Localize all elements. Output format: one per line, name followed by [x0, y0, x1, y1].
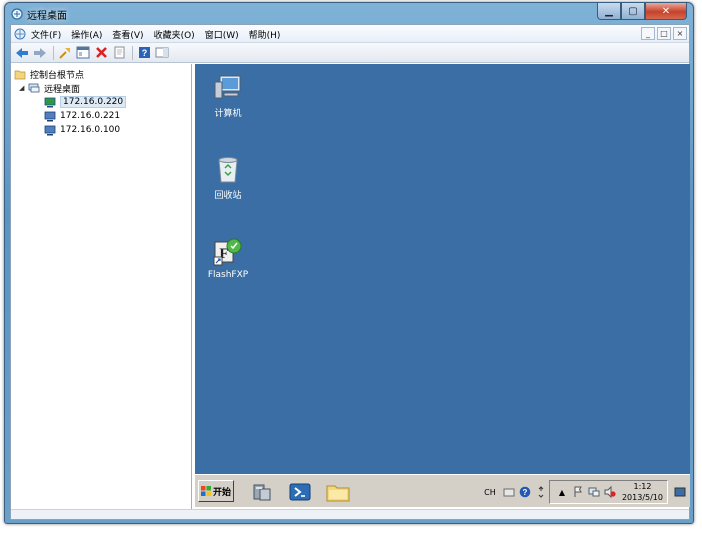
svg-text:?: ?	[141, 48, 147, 58]
svg-text:?: ?	[523, 488, 528, 497]
recycle-bin-icon	[218, 157, 238, 183]
remote-desktop-app-icon	[11, 8, 23, 20]
folder-icon	[326, 485, 350, 502]
minimize-button[interactable]: ▁	[597, 3, 621, 20]
powershell-quicklaunch[interactable]	[287, 479, 313, 505]
menu-favorites[interactable]: 收藏夹(O)	[154, 28, 195, 41]
desktop-icon-label: 计算机	[214, 109, 242, 119]
mmc-icon	[14, 28, 26, 40]
notification-area: ▲ 1:12 2013/5/10	[548, 480, 668, 504]
remote-desktop-window: 远程桌面 ▁ ▢ ✕ 文件(F) 操作(A) 查看(V) 收藏夹(O) 窗口(W…	[4, 2, 694, 524]
powershell-icon	[289, 483, 311, 501]
desktop-icon-label: 回收站	[214, 191, 242, 201]
clock[interactable]: 1:12 2013/5/10	[622, 481, 663, 503]
child-window-controls: _ □ ×	[639, 27, 687, 40]
tree-item-label: 172.16.0.221	[60, 111, 121, 121]
clock-time: 1:12	[633, 482, 652, 491]
tree-item-host-2[interactable]: 172.16.0.221	[44, 109, 120, 123]
remote-desktops-icon	[28, 83, 40, 92]
collapse-icon[interactable]: ◢	[19, 84, 24, 92]
help-icon[interactable]: ?	[136, 45, 152, 61]
tree-item-label: 控制台根节点	[30, 70, 85, 81]
keyboard-icon[interactable]	[503, 486, 515, 498]
system-tray: CH ? ▲ 1:12 2013/5/10	[479, 479, 688, 505]
show-hidden-icons-icon[interactable]: ▲	[556, 486, 568, 498]
status-bar	[11, 509, 689, 519]
console-client-area: 文件(F) 操作(A) 查看(V) 收藏夹(O) 窗口(W) 帮助(H) _ □…	[10, 24, 690, 520]
action-center-flag-icon[interactable]	[572, 486, 584, 498]
back-icon[interactable]	[14, 45, 30, 61]
input-language-indicator[interactable]: CH	[481, 486, 499, 498]
tree-item-label: 远程桌面	[44, 84, 81, 95]
start-button[interactable]: 开始	[198, 480, 234, 502]
tree-item-host-1[interactable]: 172.16.0.220	[44, 95, 127, 109]
toolbar-separator	[53, 45, 54, 60]
toolbar-separator	[132, 45, 133, 60]
close-button[interactable]: ✕	[645, 3, 687, 20]
desktop-icon-label: FlashFXP	[207, 270, 249, 280]
menu-bar: 文件(F) 操作(A) 查看(V) 收藏夹(O) 窗口(W) 帮助(H) _ □…	[11, 25, 689, 43]
remote-session-desktop[interactable]: 计算机 回收站 F FlashFXP	[195, 64, 690, 494]
clock-date: 2013/5/10	[621, 493, 663, 502]
connected-computer-icon	[44, 97, 56, 107]
menu-items: 文件(F) 操作(A) 查看(V) 收藏夹(O) 窗口(W) 帮助(H)	[31, 28, 290, 41]
menu-action[interactable]: 操作(A)	[71, 28, 102, 41]
computer-icon	[44, 125, 56, 135]
toolbar: ?	[11, 43, 689, 63]
desktop-icon-flashfxp[interactable]: F FlashFXP	[198, 236, 258, 280]
flashfxp-icon: F	[213, 238, 242, 266]
delete-icon[interactable]	[93, 45, 109, 61]
network-icon[interactable]	[588, 486, 600, 498]
menu-help[interactable]: 帮助(H)	[249, 28, 281, 41]
start-label: 开始	[212, 487, 231, 498]
forward-icon[interactable]	[32, 45, 48, 61]
console-tree: 控制台根节点 ◢ 远程桌面 172.16.0.220 172.16.0.221 …	[11, 64, 192, 509]
server-manager-quicklaunch[interactable]	[249, 479, 275, 505]
menu-view[interactable]: 查看(V)	[112, 28, 143, 41]
child-close-button[interactable]: ×	[673, 27, 687, 40]
properties-icon[interactable]	[111, 45, 127, 61]
tree-item-root[interactable]: 控制台根节点	[14, 67, 84, 81]
console-tree-icon[interactable]	[75, 45, 91, 61]
menu-window[interactable]: 窗口(W)	[205, 28, 239, 41]
tree-item-remote-desktops[interactable]: 远程桌面	[28, 81, 80, 95]
up-icon[interactable]	[57, 45, 73, 61]
help-icon[interactable]: ?	[519, 486, 531, 498]
child-restore-button[interactable]: □	[657, 27, 671, 40]
panel-icon[interactable]	[154, 45, 170, 61]
tree-item-label: 172.16.0.220	[60, 96, 127, 108]
windows-logo-icon	[200, 486, 211, 496]
computer-icon	[44, 111, 56, 121]
maximize-button[interactable]: ▢	[621, 3, 645, 20]
tree-item-label: 172.16.0.100	[60, 125, 121, 135]
computer-icon	[214, 75, 241, 99]
window-title: 远程桌面	[27, 11, 67, 22]
desktop-icon-computer[interactable]: 计算机	[198, 74, 258, 119]
menu-file[interactable]: 文件(F)	[31, 28, 61, 41]
explorer-quicklaunch[interactable]	[325, 479, 351, 505]
show-desktop-icon[interactable]	[674, 486, 686, 498]
folder-icon	[14, 70, 26, 79]
child-minimize-button[interactable]: _	[641, 27, 655, 40]
options-icon[interactable]	[535, 486, 547, 498]
remote-taskbar: 开始 CH ? ▲ 1:12 2013/5/10	[195, 474, 690, 507]
tree-item-host-3[interactable]: 172.16.0.100	[44, 123, 120, 137]
desktop-icon-recycle-bin[interactable]: 回收站	[198, 154, 258, 201]
window-controls: ▁ ▢ ✕	[597, 3, 687, 21]
title-bar[interactable]: 远程桌面 ▁ ▢ ✕	[5, 3, 693, 25]
server-manager-icon	[253, 484, 271, 501]
volume-muted-icon[interactable]	[604, 486, 616, 498]
